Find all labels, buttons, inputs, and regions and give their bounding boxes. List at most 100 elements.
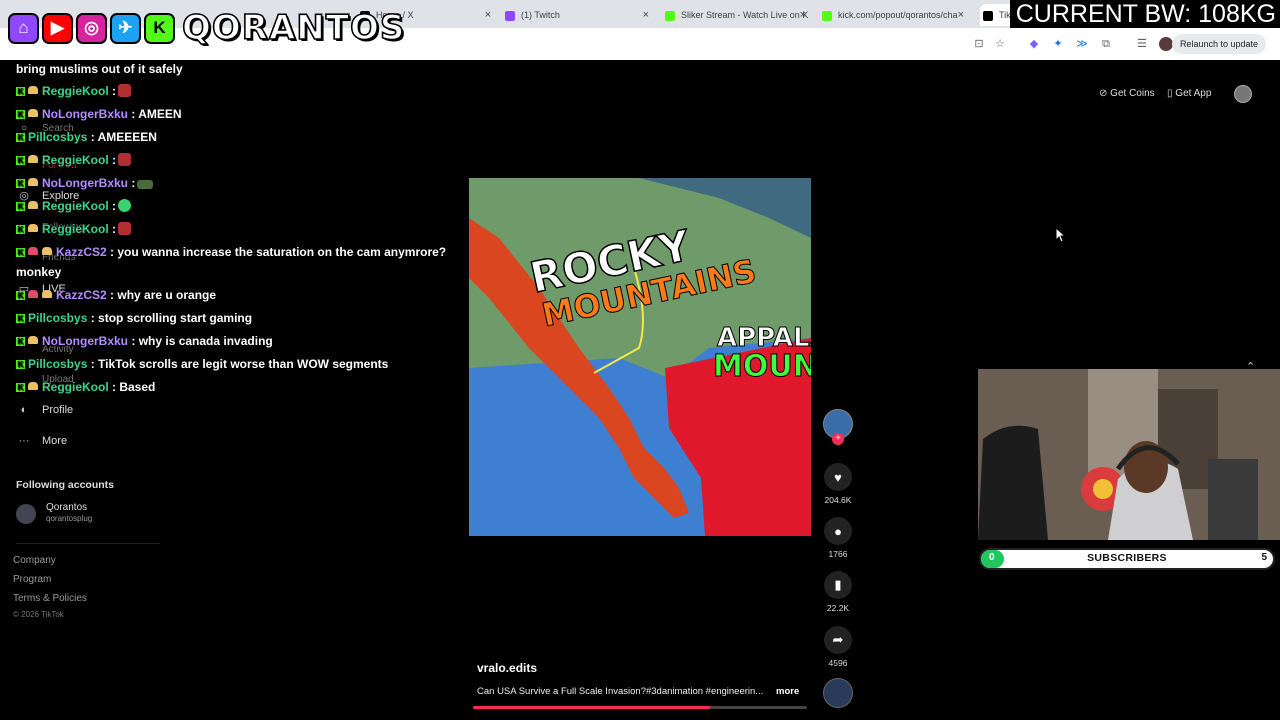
kick-icon: K xyxy=(144,12,175,44)
chat-message: monkey xyxy=(16,265,62,279)
coin-icon: ⊘ xyxy=(1099,88,1108,99)
chat-message: bring muslims out of it safely xyxy=(16,62,183,76)
kick-badge-icon: K xyxy=(16,110,25,119)
kick-badge-icon: K xyxy=(16,314,25,323)
reading-list-icon[interactable]: ☰ xyxy=(1135,37,1149,51)
chat-message: K ReggieKool : xyxy=(16,222,132,236)
like-count: 204.6K xyxy=(824,495,852,505)
kick-favicon-icon xyxy=(665,10,675,21)
bookmark-star-icon[interactable]: ☆ xyxy=(993,37,1007,51)
chat-message: K KazzCS2 : you wanna increase the satura… xyxy=(16,245,447,259)
like-button[interactable]: ♥ 204.6K xyxy=(820,463,856,505)
emote-icon xyxy=(118,153,132,166)
account-handle: qorantosplug xyxy=(46,514,93,523)
chat-message: K KazzCS2 : why are u orange xyxy=(16,288,217,302)
kick-badge-icon: K xyxy=(16,87,25,96)
share-count: 4596 xyxy=(828,658,848,668)
subscriber-label: SUBSCRIBERS xyxy=(1087,552,1167,564)
tab-kick-stream[interactable]: Sliker Stream - Watch Live on K × xyxy=(665,4,810,26)
avatar[interactable] xyxy=(1234,85,1252,103)
relaunch-button[interactable]: Relaunch to update xyxy=(1171,34,1266,54)
chat-message: K ReggieKool : xyxy=(16,153,132,167)
close-tab-icon[interactable]: × xyxy=(800,4,806,26)
hat-badge-icon xyxy=(28,336,38,344)
chat-message: K ReggieKool : Based xyxy=(16,380,156,394)
kick-badge-icon: K xyxy=(16,291,25,300)
close-tab-icon[interactable]: × xyxy=(485,4,491,26)
extension-icon[interactable]: ✦ xyxy=(1051,37,1065,51)
video-progress-bar[interactable] xyxy=(473,706,807,709)
video-author[interactable]: vralo.edits xyxy=(477,661,537,675)
hat-badge-icon xyxy=(28,155,38,163)
video-player[interactable]: ROCKY MOUNTAINS APPALA MOUNT xyxy=(469,178,811,536)
video-progress-fill xyxy=(473,706,711,709)
webcam-overlay xyxy=(978,369,1280,540)
chat-message: K NoLongerBxku : AMEEN xyxy=(16,107,182,121)
emote-icon xyxy=(118,222,132,235)
get-app-button[interactable]: ▯ Get App xyxy=(1167,85,1211,103)
profile-avatar-icon[interactable] xyxy=(1159,37,1173,51)
extension-icon[interactable]: ◆ xyxy=(1027,37,1041,51)
following-accounts-heading: Following accounts xyxy=(16,479,115,491)
kick-favicon-icon xyxy=(822,10,832,21)
extension-icon[interactable]: ≫ xyxy=(1075,37,1089,51)
follow-plus-icon[interactable]: + xyxy=(832,433,844,445)
scroll-up-chevron-icon[interactable]: ⌃ xyxy=(1246,360,1255,373)
extensions-puzzle-icon[interactable]: ⧉ xyxy=(1099,37,1113,51)
youtube-icon: ▶ xyxy=(42,12,73,44)
twitter-icon: ✈ xyxy=(110,12,141,44)
chat-message: K Pillcosbys : TikTok scrolls are legit w… xyxy=(16,357,389,371)
hat-badge-icon xyxy=(28,382,38,390)
footer-company-link[interactable]: Company xyxy=(13,555,56,566)
stream-logo-bar: ⌂ ▶ ◎ ✈ K QORANTOS xyxy=(8,4,405,52)
kick-badge-icon: K xyxy=(16,360,25,369)
emote-icon xyxy=(118,199,132,212)
hat-badge-icon xyxy=(42,247,52,255)
chat-message: K Pillcosbys : AMEEEEN xyxy=(16,130,157,144)
get-coins-button[interactable]: ⊘ Get Coins xyxy=(1099,85,1155,103)
hat-badge-icon xyxy=(28,201,38,209)
kick-badge-icon: K xyxy=(16,383,25,392)
close-tab-icon[interactable]: × xyxy=(643,4,649,26)
install-icon[interactable]: ⊡ xyxy=(972,37,986,51)
twitch-favicon-icon xyxy=(505,10,515,21)
tab-twitch[interactable]: (1) Twitch × xyxy=(505,4,653,26)
nav-more[interactable]: ··· More xyxy=(16,435,68,447)
share-arrow-icon: ➦ xyxy=(824,626,852,654)
chat-message: K Pillcosbys : stop scrolling start gamin… xyxy=(16,311,253,325)
more-dots-icon: ··· xyxy=(18,435,30,447)
video-description: Can USA Survive a Full Scale Invasion?#3… xyxy=(477,686,764,697)
video-title-right2: MOUNT xyxy=(713,349,811,384)
tab-title: (1) Twitch xyxy=(521,10,560,20)
tab-title: kick.com/popout/qorantos/cha xyxy=(838,10,958,20)
subscriber-goal-bar: 0 SUBSCRIBERS 5 xyxy=(979,548,1275,570)
footer-program-link[interactable]: Program xyxy=(13,574,51,585)
hat-badge-icon xyxy=(28,224,38,232)
tab-kick-popout[interactable]: kick.com/popout/qorantos/cha × xyxy=(822,4,968,26)
kick-badge-icon: K xyxy=(16,225,25,234)
phone-icon: ▯ xyxy=(1167,88,1173,99)
description-more-button[interactable]: more xyxy=(776,686,799,697)
comment-icon: ● xyxy=(824,517,852,545)
avatar xyxy=(16,504,36,524)
footer-terms-link[interactable]: Terms & Policies xyxy=(13,593,87,604)
hat-badge-icon xyxy=(42,290,52,298)
comment-button[interactable]: ● 1766 xyxy=(820,517,856,559)
kick-badge-icon: K xyxy=(16,179,25,188)
kick-badge-icon: K xyxy=(16,337,25,346)
mouse-cursor-icon xyxy=(1055,227,1067,243)
emote-icon xyxy=(118,84,132,97)
music-disc-icon[interactable] xyxy=(823,678,853,708)
nav-profile[interactable]: ◐ Profile xyxy=(16,404,74,416)
close-tab-icon[interactable]: × xyxy=(958,4,964,26)
save-button[interactable]: ▮ 22.2K xyxy=(820,571,856,613)
tab-title: Sliker Stream - Watch Live on K xyxy=(681,10,809,20)
chat-message: K NoLongerBxku : why is canada invading xyxy=(16,334,273,348)
profile-avatar-icon: ◐ xyxy=(20,404,28,416)
twitch-icon: ⌂ xyxy=(8,12,39,44)
kick-badge-icon: K xyxy=(16,248,25,257)
divider xyxy=(16,543,160,544)
share-button[interactable]: ➦ 4596 xyxy=(820,626,856,668)
chat-message: K ReggieKool : xyxy=(16,84,132,98)
bandwidth-banner: CURRENT BW: 108KG xyxy=(1009,0,1280,28)
